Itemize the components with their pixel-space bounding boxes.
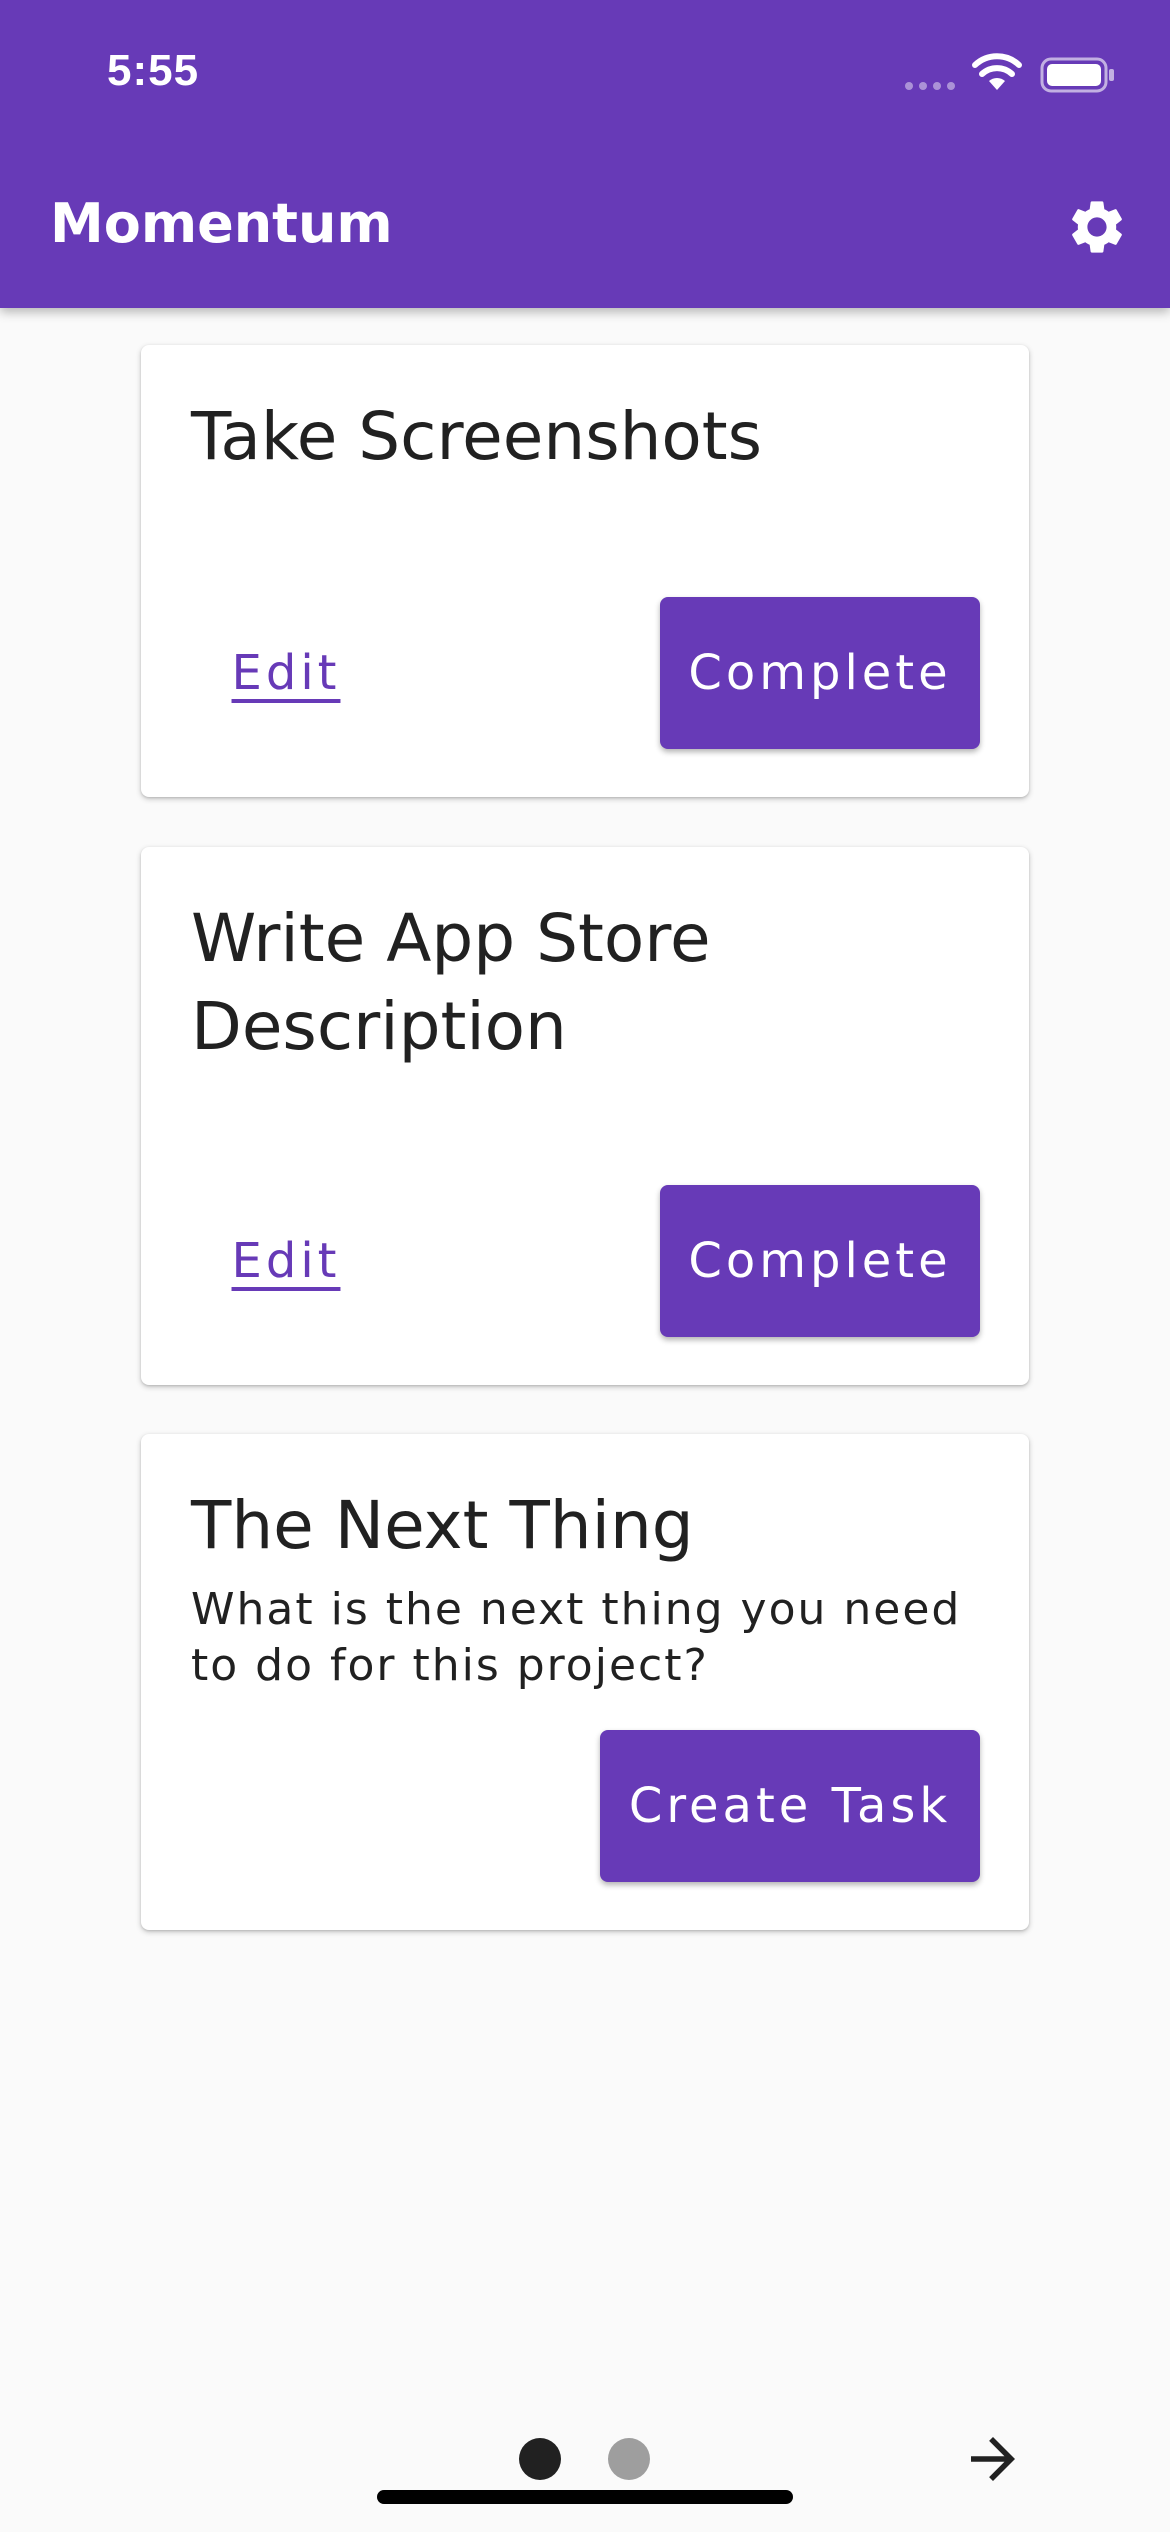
create-task-button[interactable]: Create Task	[600, 1730, 980, 1882]
task-title: Write App Store Description	[191, 900, 711, 1065]
arrow-right-icon	[971, 2437, 1015, 2481]
app-bar: 5:55 Momentum	[0, 0, 1170, 308]
task-card: Take Screenshots Edit Complete	[141, 345, 1029, 797]
edit-button[interactable]: Edit	[191, 597, 381, 749]
battery-icon	[1040, 57, 1114, 93]
cellular-signal-icon	[905, 82, 955, 90]
settings-button[interactable]	[1060, 190, 1134, 264]
next-thing-title: The Next Thing	[191, 1487, 694, 1564]
task-title: Take Screenshots	[191, 398, 763, 475]
complete-button[interactable]: Complete	[660, 597, 980, 749]
next-page-button[interactable]	[960, 2426, 1026, 2492]
task-card: Write App Store Description Edit Complet…	[141, 847, 1029, 1385]
complete-button[interactable]: Complete	[660, 1185, 980, 1337]
page-indicator-dot[interactable]	[608, 2438, 650, 2480]
next-thing-card: The Next Thing What is the next thing yo…	[141, 1434, 1029, 1930]
home-indicator[interactable]	[377, 2490, 793, 2504]
status-time: 5:55	[107, 46, 200, 95]
next-thing-prompt: What is the next thing you need to do fo…	[191, 1584, 962, 1691]
app-title: Momentum	[50, 192, 393, 255]
wifi-icon	[972, 53, 1022, 90]
gear-icon	[1072, 201, 1122, 253]
page-indicator-dot-active[interactable]	[519, 2438, 561, 2480]
edit-button[interactable]: Edit	[191, 1185, 381, 1337]
